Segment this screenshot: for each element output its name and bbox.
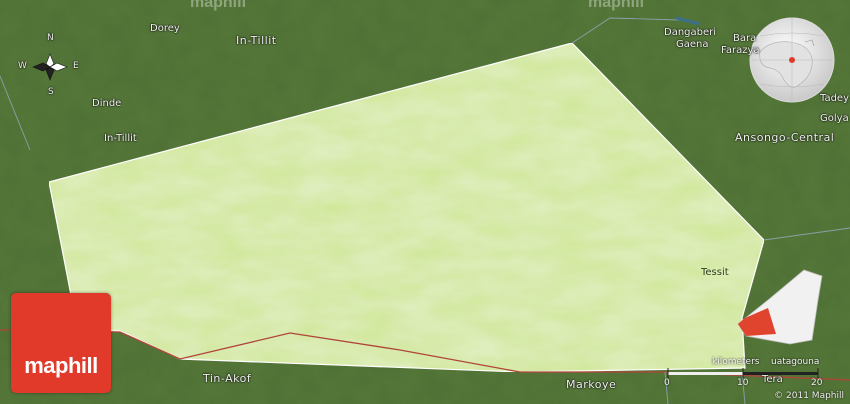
place-gaena[interactable]: Gaena [676,39,709,50]
place-tin-akof[interactable]: Tin-Akof [203,372,251,385]
watermark: maphill [588,0,645,11]
copyright: © 2011 Maphill [774,391,844,401]
maphill-logo[interactable]: maphill [11,293,111,393]
place-tera[interactable]: Tera [762,374,783,385]
scale-unit-label: kilometers [712,357,760,367]
place-dinde[interactable]: Dinde [92,98,121,109]
compass-south-label: S [48,87,54,97]
scale-tick-0: 0 [664,378,670,388]
place-golya[interactable]: Golya [820,113,849,124]
place-markoye[interactable]: Markoye [566,378,616,391]
place-in-tillit-town[interactable]: In-Tillit [104,133,137,144]
place-tadey[interactable]: Tadey [820,93,849,104]
place-tessit[interactable]: Tessit [701,267,729,278]
place-bara[interactable]: Bara [733,33,756,44]
place-dorey[interactable]: Dorey [150,23,180,34]
place-in-tillit-region[interactable]: In-Tillit [236,34,277,47]
map-canvas[interactable]: maphill maphill N S E W Dorey In-Tillit … [0,0,850,404]
scale-tick-20: 20 [811,378,823,388]
satellite-terrain [0,0,850,404]
place-farazya[interactable]: Farazya [721,45,760,56]
compass-east-label: E [73,61,79,71]
watermark: maphill [190,0,247,11]
place-ansongo-central[interactable]: Ansongo-Central [735,131,834,144]
place-dangaberi[interactable]: Dangaberi [664,27,716,38]
overlapping-place-label: uatagouna [771,357,820,367]
logo-text: maphill [24,353,98,378]
compass-west-label: W [18,61,27,71]
scale-tick-10: 10 [737,378,749,388]
compass-north-label: N [47,33,54,43]
globe-locator [749,17,835,103]
